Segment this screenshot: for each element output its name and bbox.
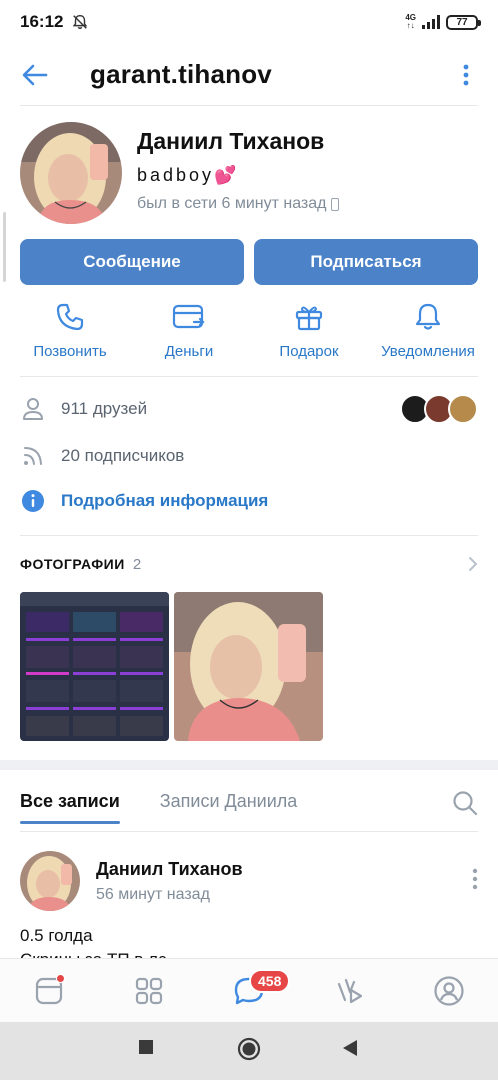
app-header: garant.tihanov xyxy=(20,44,478,106)
nav-news[interactable] xyxy=(29,971,69,1011)
friends-row[interactable]: 911 друзей xyxy=(20,394,478,424)
chevron-right-icon xyxy=(469,557,478,571)
friends-count: 911 друзей xyxy=(61,399,148,418)
post-more-button[interactable] xyxy=(472,868,478,895)
rss-icon xyxy=(20,443,46,469)
friends-avatars[interactable] xyxy=(400,394,478,424)
mobile-device-icon xyxy=(331,197,340,211)
hearts-emoji: 💕 xyxy=(214,165,237,185)
photos-title: ФОТОГРАФИИ xyxy=(20,556,125,572)
home-button[interactable] xyxy=(237,1037,261,1066)
divider xyxy=(20,376,478,377)
network-type: 4G ↑↓ xyxy=(405,13,416,30)
profile-status: badboy💕 xyxy=(137,165,237,185)
circle-icon xyxy=(237,1037,261,1061)
message-button[interactable]: Сообщение xyxy=(20,239,244,285)
money-label: Деньги xyxy=(164,343,214,360)
nav-services[interactable] xyxy=(129,971,169,1011)
more-vertical-icon xyxy=(472,868,478,889)
messages-badge: 458 xyxy=(249,968,291,993)
gift-label: Подарок xyxy=(279,343,339,360)
user-icon xyxy=(20,396,46,422)
status-time: 16:12 xyxy=(20,12,64,31)
last-seen: был в сети 6 минут назад xyxy=(137,195,340,213)
bottom-navigation: 458 xyxy=(0,958,498,1022)
services-grid-icon xyxy=(135,977,163,1004)
profile-name: Даниил Тиханов xyxy=(137,128,325,154)
call-label: Позвонить xyxy=(33,343,107,360)
nav-clips[interactable] xyxy=(329,971,369,1011)
followers-count: 20 подписчиков xyxy=(61,446,185,465)
back-button[interactable] xyxy=(20,60,50,90)
post-author-avatar[interactable] xyxy=(20,851,80,911)
post-author-name[interactable]: Даниил Тиханов xyxy=(96,859,243,880)
wall-tabs: Все записи Записи Даниила xyxy=(20,780,478,832)
notification-dot xyxy=(56,973,65,983)
nav-profile[interactable] xyxy=(429,971,469,1011)
more-vertical-icon xyxy=(463,64,469,85)
page-title: garant.tihanov xyxy=(90,59,272,89)
call-action[interactable]: Позвонить xyxy=(24,300,116,360)
photo-thumbnail[interactable] xyxy=(174,592,323,741)
system-navigation-bar xyxy=(0,1022,498,1080)
search-icon xyxy=(453,791,478,816)
more-button[interactable] xyxy=(454,60,478,90)
friend-avatar xyxy=(448,394,478,424)
details-link[interactable]: Подробная информация xyxy=(61,491,268,511)
recent-apps-button[interactable] xyxy=(138,1039,154,1060)
square-icon xyxy=(139,1040,153,1054)
photo-thumbnail[interactable] xyxy=(20,592,169,741)
profile-actions: Сообщение Подписаться xyxy=(20,239,478,285)
photos-header[interactable]: ФОТОГРАФИИ 2 xyxy=(20,552,478,576)
clips-icon xyxy=(337,978,363,1003)
tab-all-posts[interactable]: Все записи xyxy=(20,780,120,824)
money-card-icon xyxy=(172,300,206,334)
followers-row[interactable]: 20 подписчиков xyxy=(20,441,478,471)
post-text: 0.5 голда xyxy=(20,926,93,945)
status-bar: 16:12 4G ↑↓ 77 xyxy=(0,0,498,44)
subscribe-button[interactable]: Подписаться xyxy=(254,239,478,285)
divider xyxy=(20,535,478,536)
post-time: 56 минут назад xyxy=(96,885,210,903)
section-separator xyxy=(0,760,498,770)
gift-action[interactable]: Подарок xyxy=(264,300,354,360)
notifications-label: Уведомления xyxy=(381,343,475,360)
profile-icon xyxy=(434,975,464,1006)
profile-avatar[interactable] xyxy=(20,122,122,224)
details-row[interactable]: Подробная информация xyxy=(20,486,478,516)
notifications-muted-icon xyxy=(73,14,88,30)
arrow-left-icon xyxy=(22,64,48,85)
triangle-back-icon xyxy=(343,1040,357,1056)
battery-icon: 77 xyxy=(446,14,481,30)
photos-count: 2 xyxy=(132,555,142,573)
wall-search-button[interactable] xyxy=(452,780,478,821)
bell-icon xyxy=(411,300,445,334)
signal-icon xyxy=(422,15,440,29)
post-header: Даниил Тиханов 56 минут назад xyxy=(20,850,478,912)
back-system-button[interactable] xyxy=(342,1039,358,1062)
notifications-action[interactable]: Уведомления xyxy=(374,300,482,360)
scroll-indicator xyxy=(3,212,6,282)
gift-icon xyxy=(292,300,326,334)
info-icon xyxy=(20,488,46,514)
money-action[interactable]: Деньги xyxy=(144,300,234,360)
profile-header: Даниил Тиханов badboy💕 был в сети 6 мину… xyxy=(20,122,478,226)
tab-own-posts[interactable]: Записи Даниила xyxy=(160,780,298,824)
nav-messages[interactable]: 458 xyxy=(229,968,291,1011)
phone-icon xyxy=(53,300,87,334)
